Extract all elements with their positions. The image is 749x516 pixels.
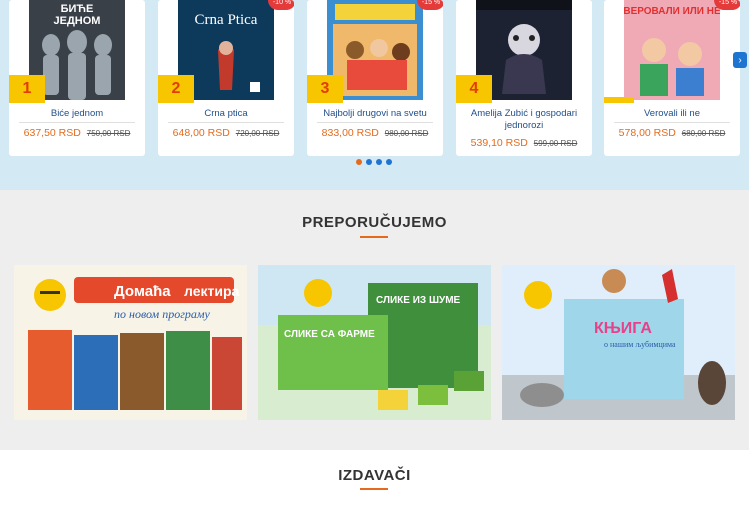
book-title[interactable]: Najbolji drugovi na svetu [307,108,443,120]
book-card[interactable]: Crna Ptica -10 % 2 Crna ptica 648,00 RSD… [158,0,294,156]
rank-badge: 3 [307,75,343,103]
carousel-next-button[interactable]: › [733,52,747,68]
book-title[interactable]: Crna ptica [158,108,294,120]
price-row: 648,00 RSD 720,00 RSD [158,127,294,139]
old-price: 750,00 RSD [86,129,131,138]
book-card[interactable]: 4 Amelija Zubić i gospodari jednorozi 53… [456,0,592,156]
promo-title: СЛИКЕ СА ФАРМЕ [284,329,375,340]
chevron-right-icon: › [738,54,742,66]
carousel-dot[interactable] [366,159,372,165]
price: 637,50 RSD [23,127,81,139]
promo-subtitle: лектира [184,283,240,299]
promo-title: КЊИГА [594,320,652,337]
promo-subtitle: о нашим љубимцима [604,340,676,349]
book-card[interactable]: ВЕРОВАЛИ ИЛИ НЕ -15 % Verovali ili ne 57… [604,0,740,156]
price: 833,00 RSD [321,127,379,139]
svg-text:БИЋЕ: БИЋЕ [61,3,94,15]
old-price: 720,00 RSD [235,129,280,138]
discount-badge: -10 % [268,0,294,10]
price: 578,00 RSD [618,127,676,139]
promo-banner-lektira[interactable]: Домаћа лектира по новом програму [14,265,247,420]
price-row: 578,00 RSD 680,00 RSD [604,127,740,139]
discount-badge: -15 % [417,0,443,10]
carousel-dots [356,159,392,165]
rank-badge: 2 [158,75,194,103]
divider [19,122,135,123]
book-cover[interactable]: ВЕРОВАЛИ ИЛИ НЕ [624,0,720,100]
cover-title: Crna Ptica [195,12,258,28]
divider [317,122,433,123]
rank-badge: 1 [9,75,45,103]
promo-tagline: по новом програму [114,307,211,321]
price-row: 637,50 RSD 750,00 RSD [9,127,145,139]
book-title[interactable]: Amelija Zubić i gospodari jednorozi [456,108,592,132]
book-card[interactable]: -15 % 3 Najbolji drugovi na svetu 833,00… [307,0,443,156]
cover-title: ВЕРОВАЛИ ИЛИ НЕ [624,6,720,17]
book-title[interactable]: Biće jednom [9,108,145,120]
title-underline [360,488,388,490]
title-underline [360,236,388,238]
carousel-dot[interactable] [376,159,382,165]
section-title: PREPORUČUJEMO [302,214,447,231]
svg-text:ЈЕДНОМ: ЈЕДНОМ [54,15,101,27]
promo-title: Домаћа [114,283,171,300]
promo-banner-slike[interactable]: СЛИКЕ ИЗ ШУМЕ СЛИКЕ СА ФАРМЕ [258,265,491,420]
carousel-dot[interactable] [386,159,392,165]
price-row: 539,10 RSD 599,00 RSD [456,137,592,149]
promo-subtitle: СЛИКЕ ИЗ ШУМЕ [376,295,461,306]
promo-banner-ljubimci[interactable]: КЊИГА о нашим љубимцима [502,265,735,420]
old-price: 980,00 RSD [384,129,429,138]
discount-badge: -15 % [714,0,740,10]
publishers-section: IZDAVAČI [0,450,749,516]
book-card[interactable]: БИЋЕ ЈЕДНОМ 1 Biće jednom 637,50 RSD 750… [9,0,145,156]
rank-badge [604,97,634,103]
bestseller-carousel: БИЋЕ ЈЕДНОМ 1 Biće jednom 637,50 RSD 750… [0,0,749,190]
price-row: 833,00 RSD 980,00 RSD [307,127,443,139]
divider [168,122,284,123]
section-title: IZDAVAČI [338,467,411,484]
old-price: 680,00 RSD [681,129,726,138]
rank-badge: 4 [456,75,492,103]
divider [614,122,730,123]
recommend-section: PREPORUČUJEMO Домаћа лектира по новом пр… [0,190,749,450]
old-price: 599,00 RSD [533,139,578,148]
carousel-dot[interactable] [356,159,362,165]
book-title[interactable]: Verovali ili ne [604,108,740,120]
price: 539,10 RSD [470,137,528,149]
price: 648,00 RSD [172,127,230,139]
